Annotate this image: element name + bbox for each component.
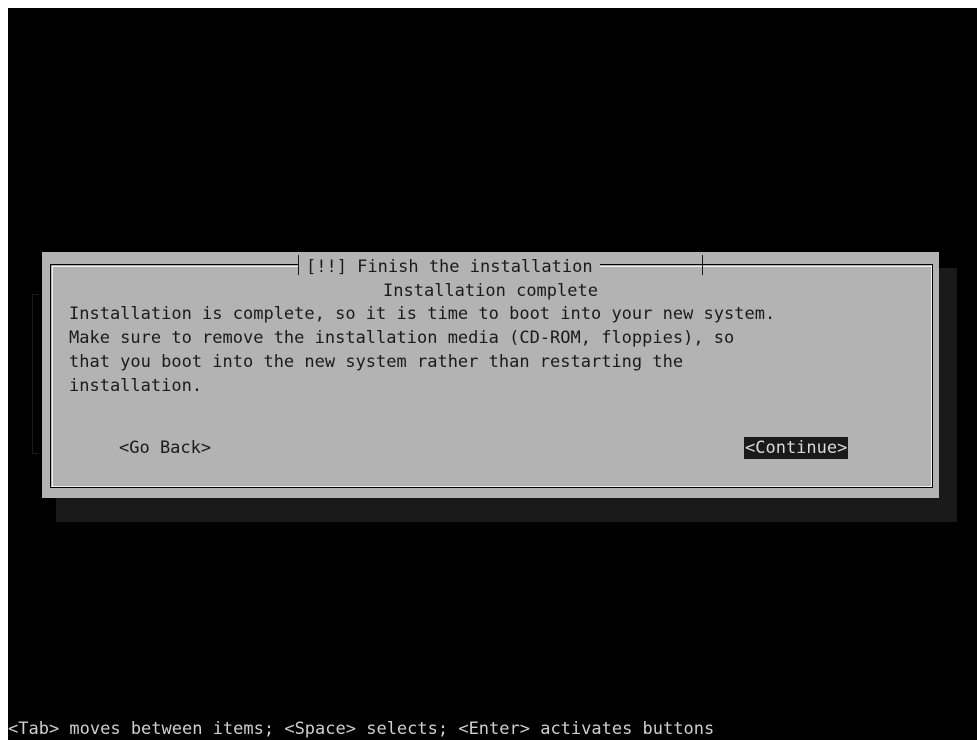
finish-installation-dialog: [!!] Finish the installation Installatio… xyxy=(32,252,939,498)
dialog-subtitle: Installation complete xyxy=(383,281,598,301)
title-right-tick xyxy=(702,255,703,275)
continue-button[interactable]: <Continue> xyxy=(744,437,849,459)
dialog-message: Installation is complete, so it is time … xyxy=(69,304,776,396)
dialog-title: [!!] Finish the installation xyxy=(299,256,600,278)
keyboard-help-line: <Tab> moves between items; <Space> selec… xyxy=(8,719,715,739)
installer-screen: [!!] Finish the installation Installatio… xyxy=(8,8,977,740)
dialog-side-bracket xyxy=(32,294,39,454)
go-back-button[interactable]: <Go Back> xyxy=(119,437,211,459)
